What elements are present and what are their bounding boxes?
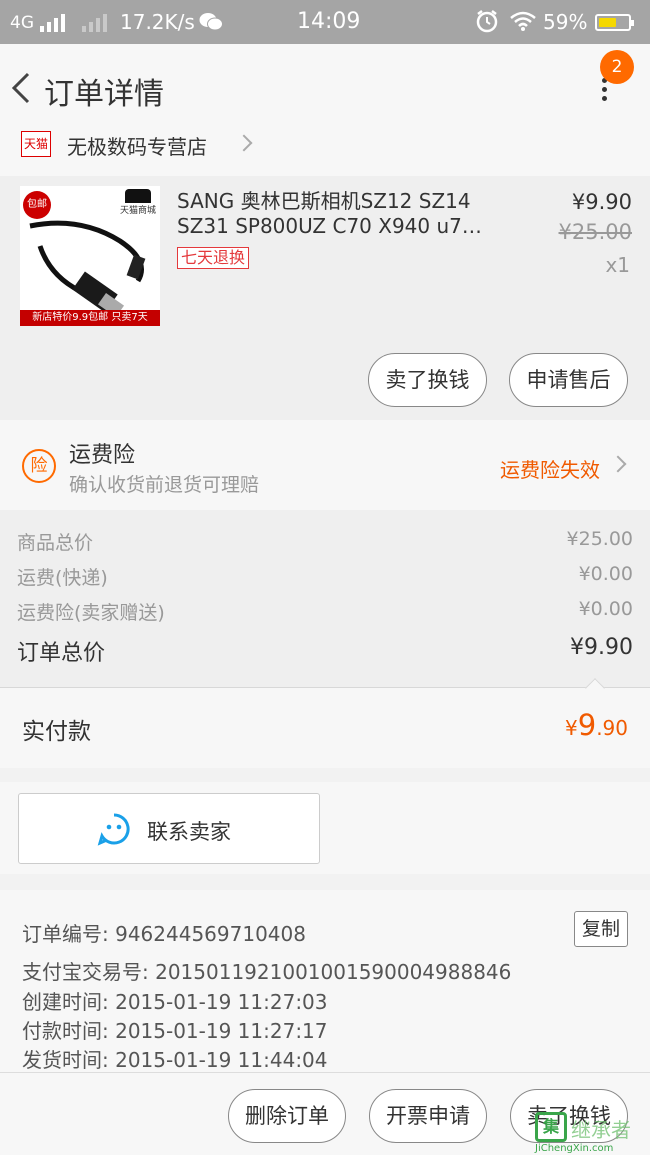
page-title: 订单详情 [44, 77, 164, 112]
alipay-transaction-id: 支付宝交易号: 2015011921001001590004988846 [22, 960, 512, 984]
insurance-title: 运费险 [69, 443, 136, 468]
order-item: 包邮 天猫商城 新店特价9.9包邮 只卖7天 SANG 奥林巴斯相机SZ12 S… [0, 176, 650, 420]
bottom-action-bar: 删除订单 开票申请 卖了换钱 集 继承者 JiChengXin.com [0, 1072, 650, 1155]
signal-icon [40, 12, 70, 32]
summary-label: 商品总价 [17, 532, 94, 554]
nav-bar: 订单详情 [0, 44, 650, 132]
quantity: x1 [605, 253, 630, 277]
paid-label: 实付款 [22, 719, 91, 745]
after-sale-button[interactable]: 申请售后 [509, 353, 628, 407]
resell-button[interactable]: 卖了换钱 [368, 353, 487, 407]
summary-label: 运费(快递) [17, 567, 108, 589]
promo-strip: 新店特价9.9包邮 只卖7天 [20, 310, 160, 326]
shop-row[interactable]: 天猫 无极数码专营店 [0, 128, 650, 176]
summary-label: 运费险(卖家赠送) [17, 602, 165, 624]
contact-seller-button[interactable]: 联系卖家 [18, 793, 320, 864]
status-bar: 4G 17.2K/s 14:09 59% [0, 0, 650, 44]
alarm-icon [476, 10, 498, 33]
summary-label: 订单总价 [17, 641, 106, 666]
created-time: 创建时间: 2015-01-19 11:27:03 [22, 990, 328, 1014]
actual-payment: 实付款 ¥9.90 [0, 678, 650, 768]
wifi-icon [510, 11, 536, 31]
order-info: 订单编号: 946244569710408 复制 支付宝交易号: 2015011… [0, 890, 650, 1075]
shop-name: 无极数码专营店 [67, 135, 207, 159]
summary-value: ¥25.00 [566, 528, 633, 550]
copy-button[interactable]: 复制 [574, 911, 628, 947]
network-type: 4G [10, 13, 34, 33]
contact-section: 联系卖家 [0, 782, 650, 874]
wechat-icon [199, 13, 223, 31]
summary-row-goods-total: 商品总价 ¥25.00 [17, 528, 633, 558]
chevron-right-icon [609, 455, 627, 473]
freight-insurance-row[interactable]: 险 运费险 确认收货前退货可理赔 运费险失效 [0, 420, 650, 510]
battery-icon [595, 14, 634, 31]
free-shipping-badge: 包邮 [23, 191, 51, 219]
insurance-icon: 险 [22, 449, 56, 483]
network-speed: 17.2K/s [120, 10, 195, 34]
summary-value: ¥0.00 [578, 598, 633, 620]
tmall-store-mark: 天猫商城 [120, 189, 156, 216]
shipped-time: 发货时间: 2015-01-19 11:44:04 [22, 1048, 328, 1072]
battery-percent: 59% [543, 10, 588, 34]
summary-row-shipping: 运费(快递) ¥0.00 [17, 563, 633, 593]
paid-amount: ¥9.90 [565, 708, 628, 742]
battery-fill [599, 18, 616, 27]
insurance-status: 运费险失效 [500, 458, 600, 482]
summary-row-order-total: 订单总价 ¥9.90 [17, 635, 633, 666]
price-summary: 商品总价 ¥25.00 运费(快递) ¥0.00 运费险(卖家赠送) ¥0.00 订单… [0, 510, 650, 688]
chat-bubble-icon [97, 813, 130, 846]
paid-time: 付款时间: 2015-01-19 11:27:17 [22, 1019, 328, 1043]
summary-row-insurance: 运费险(卖家赠送) ¥0.00 [17, 598, 633, 628]
return-policy-tag: 七天退换 [177, 247, 250, 269]
delete-order-button[interactable]: 删除订单 [228, 1089, 346, 1143]
tmall-logo: 天猫 [21, 131, 51, 157]
product-title[interactable]: SANG 奥林巴斯相机SZ12 SZ14 SZ31 SP800UZ C70 X9… [177, 189, 497, 239]
chevron-right-icon [235, 134, 253, 152]
summary-value: ¥0.00 [578, 563, 633, 585]
product-image[interactable]: 包邮 天猫商城 新店特价9.9包邮 只卖7天 [20, 186, 160, 326]
unit-price: ¥9.90 [571, 190, 632, 214]
watermark: 集 继承者 JiChengXin.com [535, 1112, 645, 1154]
back-arrow-icon[interactable] [8, 70, 38, 106]
signal-icon-secondary [82, 12, 112, 32]
notification-badge: 2 [600, 50, 634, 84]
invoice-request-button[interactable]: 开票申请 [369, 1089, 487, 1143]
contact-seller-label: 联系卖家 [147, 820, 231, 844]
order-number: 订单编号: 946244569710408 [22, 922, 306, 946]
summary-value: ¥9.90 [570, 635, 633, 660]
clock: 14:09 [297, 9, 361, 34]
insurance-description: 确认收货前退货可理赔 [69, 474, 260, 496]
original-price: ¥25.00 [558, 220, 632, 244]
